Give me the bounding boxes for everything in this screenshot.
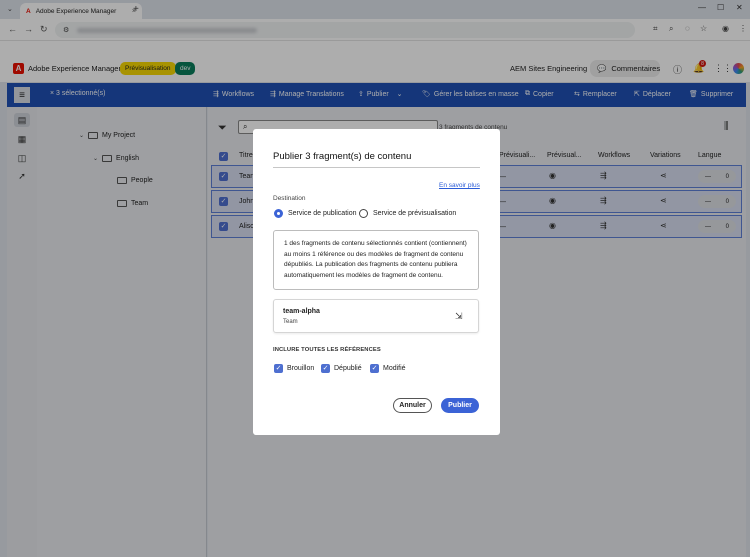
learn-more-link[interactable]: En savoir plus (439, 182, 480, 189)
include-references-label: INCLURE TOUTES LES RÉFÉRENCES (273, 347, 381, 353)
info-message: 1 des fragments de contenu sélectionnés … (273, 230, 479, 290)
radio-checked-icon (274, 209, 283, 218)
radio-publish-service[interactable]: Service de publication (274, 209, 357, 218)
checkbox-checked-icon: ✓ (370, 364, 379, 373)
dialog-title: Publier 3 fragment(s) de contenu (273, 151, 412, 162)
destination-label: Destination (273, 195, 306, 202)
reference-card-subtitle: Team (283, 319, 298, 325)
checkbox-draft[interactable]: ✓ Brouillon (274, 364, 314, 373)
reference-card-title: team-alpha (283, 308, 320, 315)
checkbox-checked-icon: ✓ (274, 364, 283, 373)
dialog-divider (273, 167, 480, 168)
checkbox-checked-icon: ✓ (321, 364, 330, 373)
checkbox-unpublished[interactable]: ✓ Dépublié (321, 364, 362, 373)
publish-button[interactable]: Publier (441, 398, 479, 413)
checkbox-modified[interactable]: ✓ Modifié (370, 364, 406, 373)
radio-unchecked-icon (359, 209, 368, 218)
open-link-icon[interactable]: ⇲ (455, 311, 463, 322)
reference-card[interactable] (273, 299, 479, 333)
cancel-button[interactable]: Annuler (393, 398, 432, 413)
radio-preview-service[interactable]: Service de prévisualisation (359, 209, 456, 218)
